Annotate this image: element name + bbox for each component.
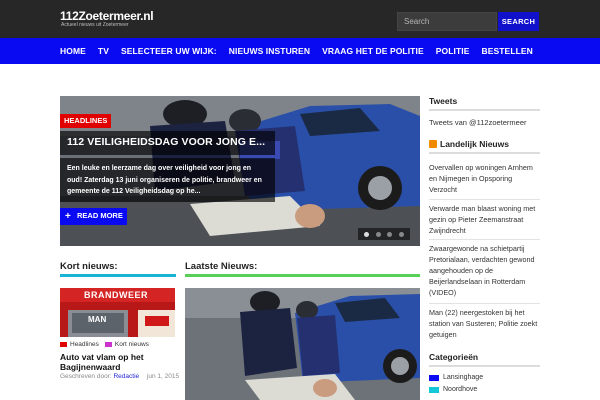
slider-dot-4[interactable] xyxy=(398,231,404,237)
kort-nieuws-heading: Kort nieuws: xyxy=(60,261,118,272)
tweets-link[interactable]: Tweets van @112zoetermeer xyxy=(429,118,527,127)
kort-nieuws-meta: Geschreven door: Redactie jun 1, 2015 xyxy=(60,372,180,381)
categories-divider xyxy=(429,365,540,367)
nav-list: HOME TV SELECTEER UW WIJK: NIEUWS INSTUR… xyxy=(60,38,545,64)
kort-nieuws-categories: Headlines Kort nieuws xyxy=(60,341,149,348)
news-item-4[interactable]: Man (22) neergestoken bij het station va… xyxy=(429,307,541,340)
kort-nieuws-underline xyxy=(60,274,176,277)
search-button[interactable]: SEARCH xyxy=(498,12,539,31)
noordhove-swatch xyxy=(429,386,439,393)
rss-icon xyxy=(429,140,437,148)
slider-dot-3[interactable] xyxy=(387,231,393,237)
police-photo xyxy=(185,288,420,400)
kort-nieuws-title[interactable]: Auto vat vlam op het Bagijnenwaard xyxy=(60,352,180,372)
headlines-category-swatch xyxy=(60,342,67,347)
search-input[interactable] xyxy=(397,12,497,31)
laatste-nieuws-underline xyxy=(185,274,420,277)
category-lansinghage[interactable]: Lansinghage xyxy=(429,374,483,381)
news-divider xyxy=(429,239,540,240)
categories-heading: Categorieën xyxy=(429,352,479,362)
tweets-divider xyxy=(429,109,540,111)
category-label: Lansinghage xyxy=(443,374,484,381)
news-item-3[interactable]: Zwaargewonde na schietpartij Pretorialaa… xyxy=(429,243,541,298)
news-divider xyxy=(429,303,540,304)
slide-title[interactable]: 112 VEILIGHEIDSDAG VOOR JONG E... xyxy=(60,131,275,155)
slide-excerpt: Een leuke en leerzame dag over veilighei… xyxy=(60,158,275,202)
nav-item-home[interactable]: HOME xyxy=(60,46,86,56)
logo-subtitle: Actueel nieuws uit Zoetermeer xyxy=(61,22,129,28)
kort-nieuws-image[interactable]: BRANDWEER MAN xyxy=(60,288,175,337)
read-more-button[interactable]: + READ MORE xyxy=(60,208,127,225)
nav-item-nieuws-insturen[interactable]: NIEUWS INSTUREN xyxy=(229,46,310,56)
read-more-label: READ MORE xyxy=(77,211,123,220)
news-divider xyxy=(429,199,540,200)
nav-item-politie[interactable]: POLITIE xyxy=(436,46,470,56)
nav-item-bestellen[interactable]: BESTELLEN xyxy=(481,46,532,56)
category-label: Noordhove xyxy=(443,386,478,393)
plus-icon: + xyxy=(65,211,71,222)
truck-text-brandweer: BRANDWEER xyxy=(84,290,148,300)
tweets-heading: Tweets xyxy=(429,96,458,106)
headlines-tag[interactable]: HEADLINES xyxy=(60,114,111,128)
landelijk-nieuws-heading[interactable]: Landelijk Nieuws xyxy=(440,139,509,149)
author-link[interactable]: Redactie xyxy=(113,373,139,380)
kort-nieuws-category-swatch xyxy=(104,342,112,347)
laatste-nieuws-image[interactable] xyxy=(185,288,420,400)
meta-prefix: Geschreven door: xyxy=(60,373,112,380)
category-kort-nieuws[interactable]: Kort nieuws xyxy=(115,341,149,348)
slider-dots xyxy=(358,228,410,240)
main-nav: HOME TV SELECTEER UW WIJK: NIEUWS INSTUR… xyxy=(0,38,600,64)
logo-title: 112Zoetermeer.nl xyxy=(60,9,154,23)
news-item-2[interactable]: Verwarde man blaast woning met gezin op … xyxy=(429,203,541,236)
post-date: jun 1, 2015 xyxy=(146,373,180,380)
category-noordhove[interactable]: Noordhove xyxy=(429,386,477,393)
slider-dot-2[interactable] xyxy=(375,231,381,237)
news-item-1[interactable]: Overvallen op woningen Arnhem en Nijmege… xyxy=(429,162,541,195)
truck-text-man: MAN xyxy=(88,315,107,324)
landelijk-divider xyxy=(429,152,540,154)
laatste-nieuws-heading: Laatste Nieuws: xyxy=(185,261,258,272)
nav-item-vraag-politie[interactable]: VRAAG HET DE POLITIE xyxy=(322,46,424,56)
lansinghage-swatch xyxy=(429,374,439,381)
site-logo[interactable]: 112Zoetermeer.nl Actueel nieuws uit Zoet… xyxy=(60,9,154,29)
slider-dot-1[interactable] xyxy=(364,231,370,237)
category-headlines[interactable]: Headlines xyxy=(70,341,99,348)
nav-item-selecteer-wijk[interactable]: SELECTEER UW WIJK: xyxy=(121,46,217,56)
nav-item-tv[interactable]: TV xyxy=(98,46,109,56)
top-bar: 112Zoetermeer.nl Actueel nieuws uit Zoet… xyxy=(0,0,600,38)
